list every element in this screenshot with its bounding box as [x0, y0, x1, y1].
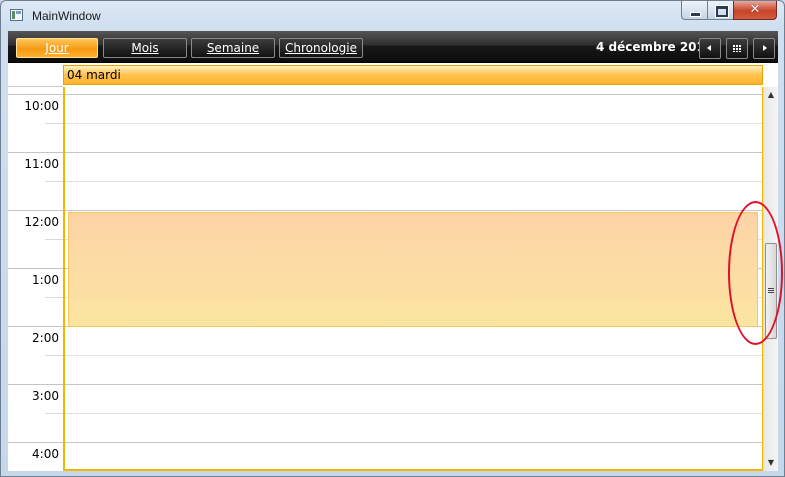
day-header[interactable]: 04 mardi — [63, 65, 763, 85]
hour-divider — [8, 94, 63, 95]
scheduler-toolbar: Jour Mois Semaine Chronologie 4 décembre… — [8, 31, 778, 63]
scroll-down-icon[interactable]: ▼ — [764, 455, 778, 471]
minimize-button[interactable] — [681, 1, 707, 20]
next-button[interactable] — [753, 38, 775, 59]
hour-line — [65, 442, 762, 443]
annotation-circle — [728, 201, 783, 345]
close-icon: ✕ — [749, 2, 761, 17]
half-hour-line — [65, 355, 762, 356]
hour-line — [65, 210, 762, 211]
hour-line — [65, 94, 762, 95]
half-hour-divider — [45, 239, 63, 240]
scroll-up-icon[interactable]: ▲ — [764, 87, 778, 103]
half-hour-divider — [45, 123, 63, 124]
time-label: 4:00 — [32, 447, 59, 461]
minimize-icon — [690, 12, 701, 17]
half-hour-line — [65, 181, 762, 182]
half-hour-divider — [45, 297, 63, 298]
half-hour-divider — [45, 181, 63, 182]
hour-divider — [8, 384, 63, 385]
time-label: 11:00 — [24, 157, 59, 171]
title-bar[interactable]: MainWindow ✕ — [1, 1, 784, 31]
time-label: 1:00 — [32, 273, 59, 287]
hour-divider — [8, 210, 63, 211]
caption-buttons: ✕ — [681, 1, 777, 21]
time-ruler: 10:00 11:00 12:00 1:00 2:00 3:00 4:00 — [8, 87, 63, 471]
hour-divider — [8, 152, 63, 153]
half-hour-divider — [45, 355, 63, 356]
time-label: 2:00 — [32, 331, 59, 345]
time-label: 10:00 — [24, 99, 59, 113]
hour-line — [65, 384, 762, 385]
view-month-button[interactable]: Mois — [103, 38, 187, 58]
maximize-button[interactable] — [707, 1, 733, 20]
triangle-right-icon — [763, 45, 767, 51]
hour-divider — [8, 268, 63, 269]
header-corner — [8, 63, 63, 87]
close-button[interactable]: ✕ — [733, 1, 777, 20]
time-label: 3:00 — [32, 389, 59, 403]
main-window: MainWindow ✕ Jour Mois Semaine Chronolog… — [0, 0, 785, 477]
half-hour-line — [65, 413, 762, 414]
current-date-label: 4 décembre 2012 — [596, 40, 714, 54]
view-day-button[interactable]: Jour — [16, 38, 98, 58]
view-week-button[interactable]: Semaine — [191, 38, 275, 58]
view-timeline-button[interactable]: Chronologie — [279, 38, 363, 58]
calendar-button[interactable] — [726, 38, 748, 59]
calendar-grid-icon — [733, 45, 741, 52]
hour-line — [65, 152, 762, 153]
hour-divider — [8, 442, 63, 443]
app-icon[interactable] — [10, 9, 23, 21]
half-hour-divider — [45, 413, 63, 414]
scheduler: Jour Mois Semaine Chronologie 4 décembre… — [8, 31, 778, 471]
half-hour-line — [65, 123, 762, 124]
day-column[interactable] — [63, 87, 764, 471]
previous-button[interactable] — [699, 38, 721, 59]
triangle-left-icon — [707, 45, 711, 51]
hour-divider — [8, 326, 63, 327]
time-label: 12:00 — [24, 215, 59, 229]
selected-time-slot[interactable] — [68, 212, 758, 327]
maximize-icon — [715, 5, 729, 18]
window-title: MainWindow — [32, 9, 101, 23]
